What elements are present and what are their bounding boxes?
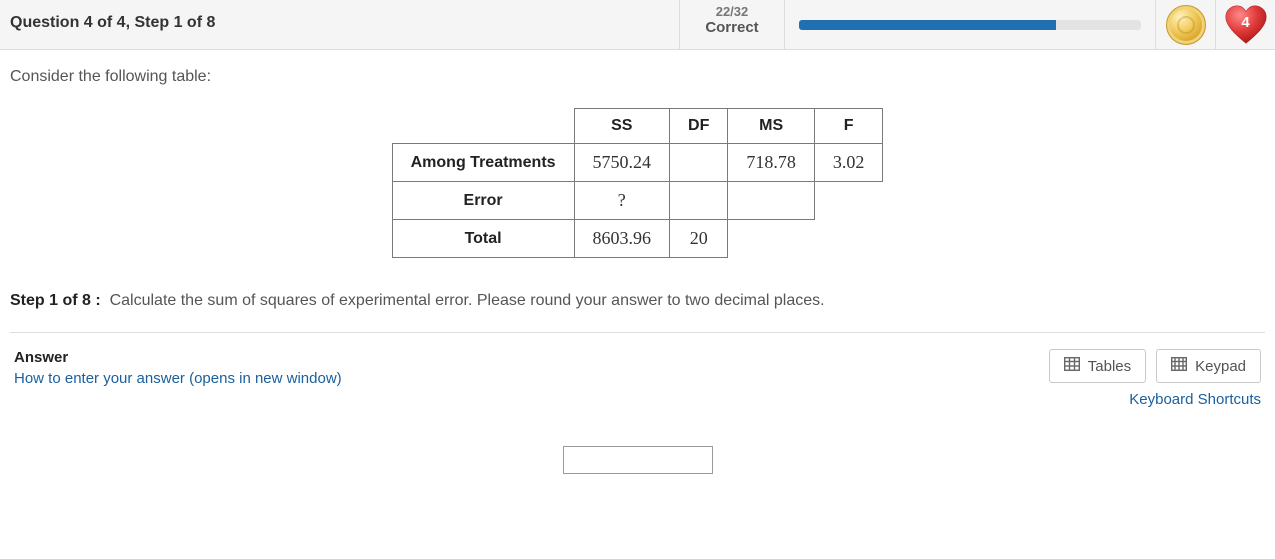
answer-input-row bbox=[10, 446, 1265, 474]
divider bbox=[10, 332, 1265, 333]
score-fraction: 22/32 bbox=[680, 4, 784, 19]
row-error-ss: ? bbox=[574, 182, 670, 220]
progress-fill bbox=[799, 20, 1056, 30]
howto-link[interactable]: How to enter your answer (opens in new w… bbox=[14, 370, 342, 387]
anova-table: SS DF MS F Among Treatments 5750.24 718.… bbox=[392, 108, 884, 258]
row-among-ss: 5750.24 bbox=[574, 144, 670, 182]
col-ss: SS bbox=[574, 109, 670, 144]
row-among-ms: 718.78 bbox=[728, 144, 815, 182]
row-error-label: Error bbox=[392, 182, 574, 220]
topbar-spacer bbox=[231, 0, 679, 49]
blank-corner bbox=[392, 109, 574, 144]
coin-box bbox=[1155, 0, 1215, 49]
answer-input[interactable] bbox=[563, 446, 713, 474]
row-total-label: Total bbox=[392, 220, 574, 258]
topbar: Question 4 of 4, Step 1 of 8 22/32 Corre… bbox=[0, 0, 1275, 50]
row-among-f: 3.02 bbox=[814, 144, 883, 182]
step-label: Step 1 of 8 : bbox=[10, 292, 101, 309]
tables-button-label: Tables bbox=[1088, 358, 1131, 375]
step-line: Step 1 of 8 : Calculate the sum of squar… bbox=[10, 292, 1265, 310]
keypad-button[interactable]: Keypad bbox=[1156, 349, 1261, 383]
answer-left: Answer How to enter your answer (opens i… bbox=[14, 349, 342, 387]
table-row: Error ? bbox=[392, 182, 883, 220]
answer-right: Tables Keypad Keyboard Shortcuts bbox=[1049, 349, 1261, 408]
keyboard-shortcuts-link[interactable]: Keyboard Shortcuts bbox=[1129, 391, 1261, 408]
table-row: Total 8603.96 20 bbox=[392, 220, 883, 258]
coin-icon bbox=[1166, 5, 1206, 45]
heart-count: 4 bbox=[1224, 14, 1268, 31]
col-f: F bbox=[814, 109, 883, 144]
answer-row: Answer How to enter your answer (opens i… bbox=[10, 349, 1265, 408]
score-box: 22/32 Correct bbox=[679, 0, 785, 49]
keypad-button-label: Keypad bbox=[1195, 358, 1246, 375]
progress-wrap bbox=[785, 0, 1155, 49]
question-step-label: Question 4 of 4, Step 1 of 8 bbox=[0, 0, 231, 49]
score-correct-label: Correct bbox=[680, 19, 784, 36]
row-error-df bbox=[670, 182, 728, 220]
progress-track bbox=[799, 20, 1141, 30]
heart-icon: 4 bbox=[1224, 5, 1268, 45]
col-ms: MS bbox=[728, 109, 815, 144]
table-row: Among Treatments 5750.24 718.78 3.02 bbox=[392, 144, 883, 182]
table-icon bbox=[1064, 357, 1080, 375]
heart-box: 4 bbox=[1215, 0, 1275, 49]
anova-table-wrap: SS DF MS F Among Treatments 5750.24 718.… bbox=[10, 108, 1265, 258]
row-among-label: Among Treatments bbox=[392, 144, 574, 182]
row-total-df: 20 bbox=[670, 220, 728, 258]
row-error-ms bbox=[728, 182, 815, 220]
table-header-row: SS DF MS F bbox=[392, 109, 883, 144]
step-text: Calculate the sum of squares of experime… bbox=[110, 292, 825, 309]
col-df: DF bbox=[670, 109, 728, 144]
row-total-ss: 8603.96 bbox=[574, 220, 670, 258]
tables-button[interactable]: Tables bbox=[1049, 349, 1146, 383]
answer-label: Answer bbox=[14, 349, 342, 366]
row-error-f-blank bbox=[814, 182, 883, 220]
keypad-icon bbox=[1171, 357, 1187, 375]
row-among-df bbox=[670, 144, 728, 182]
row-total-f-blank bbox=[814, 220, 883, 258]
prompt-text: Consider the following table: bbox=[10, 68, 1265, 86]
row-total-ms-blank bbox=[728, 220, 815, 258]
content: Consider the following table: SS DF MS F… bbox=[0, 50, 1275, 474]
